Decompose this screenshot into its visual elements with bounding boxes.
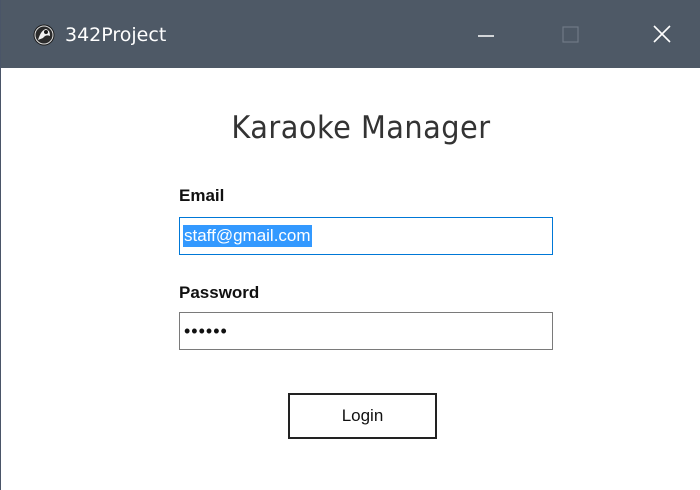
- password-label: Password: [179, 283, 260, 302]
- email-field[interactable]: staff@gmail.com: [179, 217, 553, 255]
- minimize-button[interactable]: [451, 0, 521, 68]
- window-title: 342Project: [65, 24, 167, 46]
- app-icon: [33, 24, 55, 46]
- password-value: ••••••: [184, 321, 228, 341]
- title-bar[interactable]: 342Project: [1, 0, 700, 68]
- login-window: 342Project Karaoke Manager Email staff@g…: [0, 0, 700, 490]
- email-value: staff@gmail.com: [183, 225, 312, 247]
- email-label: Email: [179, 186, 225, 205]
- maximize-button[interactable]: [536, 0, 606, 68]
- login-button[interactable]: Login: [288, 393, 437, 439]
- page-title: Karaoke Manager: [231, 110, 491, 146]
- close-button[interactable]: [621, 0, 691, 68]
- password-field[interactable]: ••••••: [179, 312, 553, 350]
